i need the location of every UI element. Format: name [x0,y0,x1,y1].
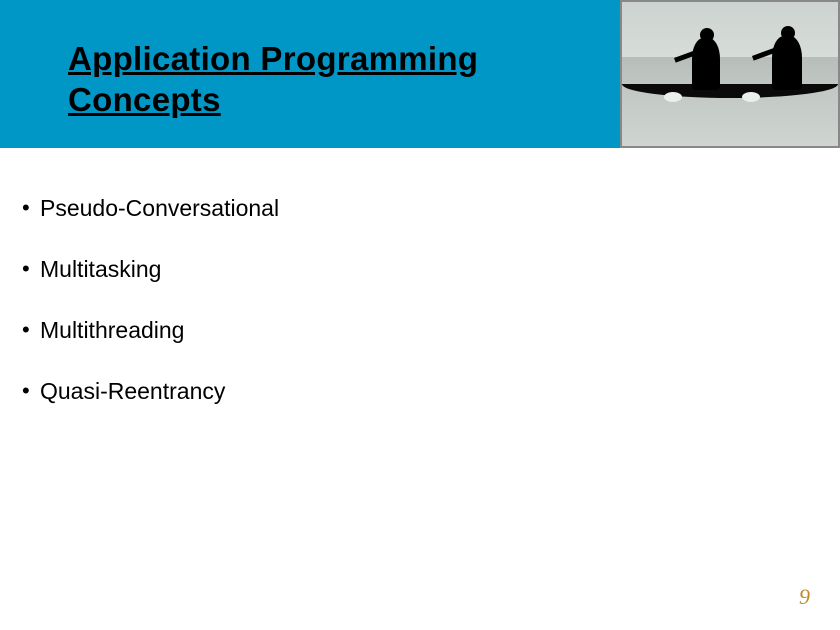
bullet-text: Pseudo-Conversational [40,195,279,221]
header-image [620,0,840,148]
slide: Application Programming Concepts Pseudo-… [0,0,840,630]
image-sky [622,2,838,57]
image-rower-2-head [781,26,795,40]
image-rower-1-head [700,28,714,42]
list-item: Pseudo-Conversational [22,195,782,222]
list-item: Multitasking [22,256,782,283]
header-left: Application Programming Concepts [0,0,620,148]
bullet-text: Multithreading [40,317,184,343]
page-number: 9 [799,584,810,610]
slide-title: Application Programming Concepts [68,38,620,121]
image-rower-1 [692,38,720,90]
bullet-text: Multitasking [40,256,161,282]
header-bar: Application Programming Concepts [0,0,840,148]
bullet-list: Pseudo-Conversational Multitasking Multi… [22,195,782,405]
image-splash-2 [742,92,760,102]
image-water [622,57,838,148]
content-area: Pseudo-Conversational Multitasking Multi… [22,195,782,439]
image-rower-2 [772,36,802,90]
list-item: Multithreading [22,317,782,344]
list-item: Quasi-Reentrancy [22,378,782,405]
image-splash-1 [664,92,682,102]
bullet-text: Quasi-Reentrancy [40,378,225,404]
